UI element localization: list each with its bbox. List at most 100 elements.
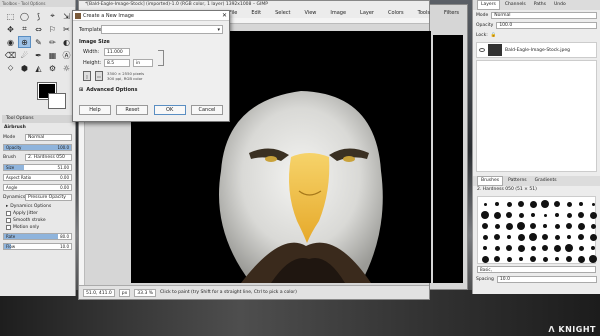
tool-button[interactable]: ⟆ — [32, 10, 45, 22]
dock-tab[interactable]: Undo — [551, 1, 569, 9]
tool-button[interactable]: ⌗ — [18, 23, 31, 35]
brush-preset[interactable] — [576, 243, 586, 253]
rate-slider[interactable]: Rate 80.0 — [3, 233, 72, 240]
brush-preset[interactable] — [492, 210, 502, 220]
menu-item[interactable]: File — [229, 9, 237, 18]
menu-item[interactable]: Edit — [251, 9, 261, 18]
menu-item[interactable]: View — [305, 9, 317, 18]
brush-preset[interactable] — [492, 254, 502, 264]
apply-jitter-checkbox[interactable]: Apply Jitter — [6, 211, 69, 216]
brush-preset[interactable] — [588, 243, 598, 253]
brush-tag-filter[interactable]: Basic, — [477, 266, 596, 273]
brush-preset[interactable] — [528, 221, 538, 231]
brush-preset[interactable] — [588, 232, 598, 242]
dock-tab[interactable]: Paths — [531, 1, 549, 9]
brush-preset[interactable] — [552, 199, 562, 209]
brush-preset[interactable] — [516, 232, 526, 242]
advanced-options-expander[interactable]: ⊞ Advanced Options — [79, 87, 223, 93]
brush-preset[interactable] — [528, 210, 538, 220]
brush-preset[interactable] — [492, 243, 502, 253]
brush-tab[interactable]: Brushes — [477, 176, 504, 186]
brush-preset[interactable] — [480, 221, 490, 231]
brush-preset[interactable] — [552, 243, 562, 253]
brush-preset[interactable] — [492, 199, 502, 209]
menu-item[interactable]: Image — [330, 9, 346, 18]
brush-preset[interactable] — [588, 254, 598, 264]
tool-button[interactable]: ◉ — [4, 36, 17, 48]
brush-preset[interactable] — [576, 210, 586, 220]
tool-button[interactable]: ✏ — [46, 36, 59, 48]
tool-button[interactable]: ▦ — [46, 49, 59, 61]
brush-preset[interactable] — [516, 243, 526, 253]
layer-opacity-value[interactable]: 100.0 — [496, 22, 597, 29]
tool-button[interactable]: ⚐ — [46, 23, 59, 35]
brush-preset[interactable] — [576, 232, 586, 242]
brush-preset[interactable] — [528, 254, 538, 264]
menu-item[interactable]: Tools — [418, 9, 430, 18]
brush-preset[interactable] — [480, 243, 490, 253]
brush-preset[interactable] — [540, 243, 550, 253]
chain-link-icon[interactable] — [158, 50, 164, 66]
brush-preset[interactable] — [516, 199, 526, 209]
opacity-slider[interactable]: Opacity 100.0 — [3, 144, 72, 151]
tool-button[interactable]: ⌫ — [4, 49, 17, 61]
brush-preset[interactable] — [480, 232, 490, 242]
tool-button[interactable]: ◯ — [18, 10, 31, 22]
tool-button[interactable]: ⌖ — [46, 10, 59, 22]
ok-button[interactable]: OK — [153, 105, 186, 115]
zoom-select[interactable]: 33.3 % — [134, 288, 157, 297]
dynamics-select[interactable]: Pressure Opacity — [25, 194, 72, 201]
brush-preset[interactable] — [588, 199, 598, 209]
eye-icon[interactable] — [479, 48, 485, 52]
brush-preset[interactable] — [528, 243, 538, 253]
angle-slider[interactable]: Angle 0.00 — [3, 184, 72, 191]
tool-button[interactable]: ✎ — [32, 36, 45, 48]
brush-preset[interactable] — [552, 221, 562, 231]
secondary-image-window[interactable] — [428, 4, 468, 290]
brush-preset[interactable] — [504, 232, 514, 242]
brush-preset[interactable] — [552, 254, 562, 264]
menu-item[interactable]: Layer — [360, 9, 374, 18]
brush-preset[interactable] — [564, 243, 574, 253]
brush-preset[interactable] — [564, 232, 574, 242]
tool-button[interactable]: ⇔ — [32, 23, 45, 35]
height-input[interactable]: 8.5 — [104, 59, 130, 67]
menu-item[interactable]: Filters — [444, 9, 459, 18]
brush-preset[interactable] — [540, 221, 550, 231]
motion-only-checkbox[interactable]: Motion only — [6, 225, 69, 230]
spacing-value[interactable]: 10.0 — [496, 276, 597, 283]
brush-preset[interactable] — [528, 199, 538, 209]
width-input[interactable]: 11.000 — [104, 48, 130, 56]
brush-preset[interactable] — [540, 232, 550, 242]
tool-options-tab[interactable]: Tool Options — [2, 115, 73, 123]
template-select[interactable]: ▾ — [101, 25, 223, 34]
menu-item[interactable]: Select — [275, 9, 290, 18]
brush-preset[interactable] — [504, 210, 514, 220]
brush-preset[interactable] — [564, 221, 574, 231]
layer-mode-select[interactable]: Normal — [491, 12, 597, 19]
close-icon[interactable]: ✕ — [222, 11, 227, 21]
brush-preset[interactable] — [480, 199, 490, 209]
portrait-icon[interactable]: ▯ — [83, 71, 91, 81]
brush-preset[interactable] — [576, 254, 586, 264]
brush-preset[interactable] — [552, 232, 562, 242]
brush-preset[interactable] — [504, 243, 514, 253]
help-button[interactable]: Help — [79, 105, 111, 115]
brush-tab[interactable]: Gradients — [532, 177, 560, 185]
brush-preset[interactable] — [552, 210, 562, 220]
brush-preset[interactable] — [576, 199, 586, 209]
tool-button[interactable]: ⬦ — [4, 62, 17, 74]
brush-preset[interactable] — [492, 221, 502, 231]
brush-preset[interactable] — [540, 199, 550, 209]
flow-slider[interactable]: Flow 10.0 — [3, 243, 72, 250]
brush-preset[interactable] — [528, 232, 538, 242]
cancel-button[interactable]: Cancel — [190, 105, 223, 115]
dock-tab[interactable]: Channels — [502, 1, 529, 9]
tool-button[interactable]: ☄ — [18, 49, 31, 61]
brush-preset[interactable] — [564, 254, 574, 264]
dock-tab[interactable]: Layers — [477, 0, 500, 10]
brush-preset[interactable] — [540, 210, 550, 220]
menu-item[interactable]: Colors — [388, 9, 404, 18]
tool-button[interactable]: ◭ — [32, 62, 45, 74]
tool-button[interactable]: ⚙ — [46, 62, 59, 74]
